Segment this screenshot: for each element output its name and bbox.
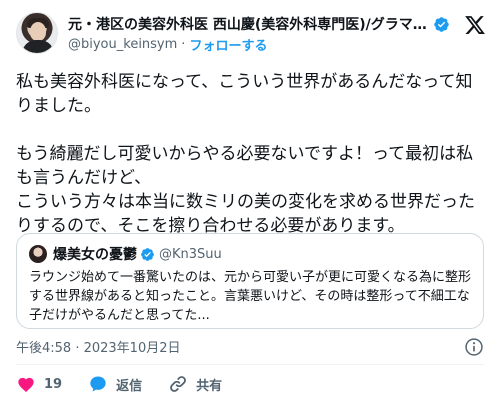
share-label: 共有 — [196, 378, 223, 394]
tweet-header: 元・港区の美容外科医 西山慶(美容外科専門医)/グラマラス... @biyou_… — [16, 12, 486, 58]
tweet-card: 元・港区の美容外科医 西山慶(美容外科専門医)/グラマラス... @biyou_… — [0, 0, 500, 400]
author-name[interactable]: 元・港区の美容外科医 西山慶(美容外科専門医)/グラマラス... — [68, 14, 430, 34]
author-handle[interactable]: @biyou_keinsym — [68, 37, 177, 52]
tweet-paragraph: もう綺麗だし可愛いからやる必要ないですよ！って最初は私も言うんだけど、 — [16, 144, 474, 188]
follow-button[interactable]: フォローする — [189, 35, 267, 54]
quoted-tweet-header: 爆美女の憂鬱 @Kn3Suu — [29, 244, 222, 264]
reply-button[interactable]: 返信 — [88, 374, 142, 394]
reply-bubble-icon — [90, 376, 106, 392]
author-handle-row: @biyou_keinsym · フォローする — [68, 35, 267, 54]
heart-icon — [18, 377, 34, 392]
tweet-timestamp[interactable]: 午後4:58 · 2023年10月2日 — [16, 337, 181, 356]
tweet-body: 私も美容外科医になって、こういう世界があるんだなって知りました。 もう綺麗だし可… — [16, 70, 486, 238]
quoted-author-name: 爆美女の憂鬱 — [53, 247, 137, 263]
like-count: 19 — [44, 376, 63, 392]
author-avatar[interactable] — [16, 12, 58, 54]
info-icon[interactable] — [464, 337, 484, 357]
separator-dot: · — [181, 36, 186, 52]
tweet-paragraph: 私も美容外科医になって、こういう世界があるんだなって知りました。 — [16, 72, 473, 116]
like-button[interactable]: 19 — [16, 374, 62, 394]
tweet-paragraph: こういう方々は本当に数ミリの美の変化を求める世界だったりするので、そこを擦り合わ… — [16, 192, 475, 236]
quoted-tweet-text: ラウンジ始めて一番驚いたのは、元から可愛い子が更に可愛くなる為に整形する世界線が… — [29, 270, 472, 323]
tweet-actions: 19 返信 共有 — [16, 373, 248, 395]
quoted-author-avatar — [29, 245, 47, 263]
author-name-row: 元・港区の美容外科医 西山慶(美容外科専門医)/グラマラス... — [68, 14, 453, 34]
share-link-icon — [170, 376, 186, 392]
share-button[interactable]: 共有 — [168, 374, 222, 394]
verified-badge-icon — [434, 16, 449, 32]
quoted-tweet[interactable]: 爆美女の憂鬱 @Kn3Suu ラウンジ始めて一番驚いたのは、元から可愛い子が更に… — [16, 233, 484, 329]
x-logo-icon[interactable] — [464, 14, 486, 36]
quoted-author-handle: @Kn3Suu — [159, 246, 222, 262]
reply-label: 返信 — [116, 378, 143, 394]
action-divider — [16, 364, 484, 365]
verified-badge-icon — [141, 247, 154, 261]
